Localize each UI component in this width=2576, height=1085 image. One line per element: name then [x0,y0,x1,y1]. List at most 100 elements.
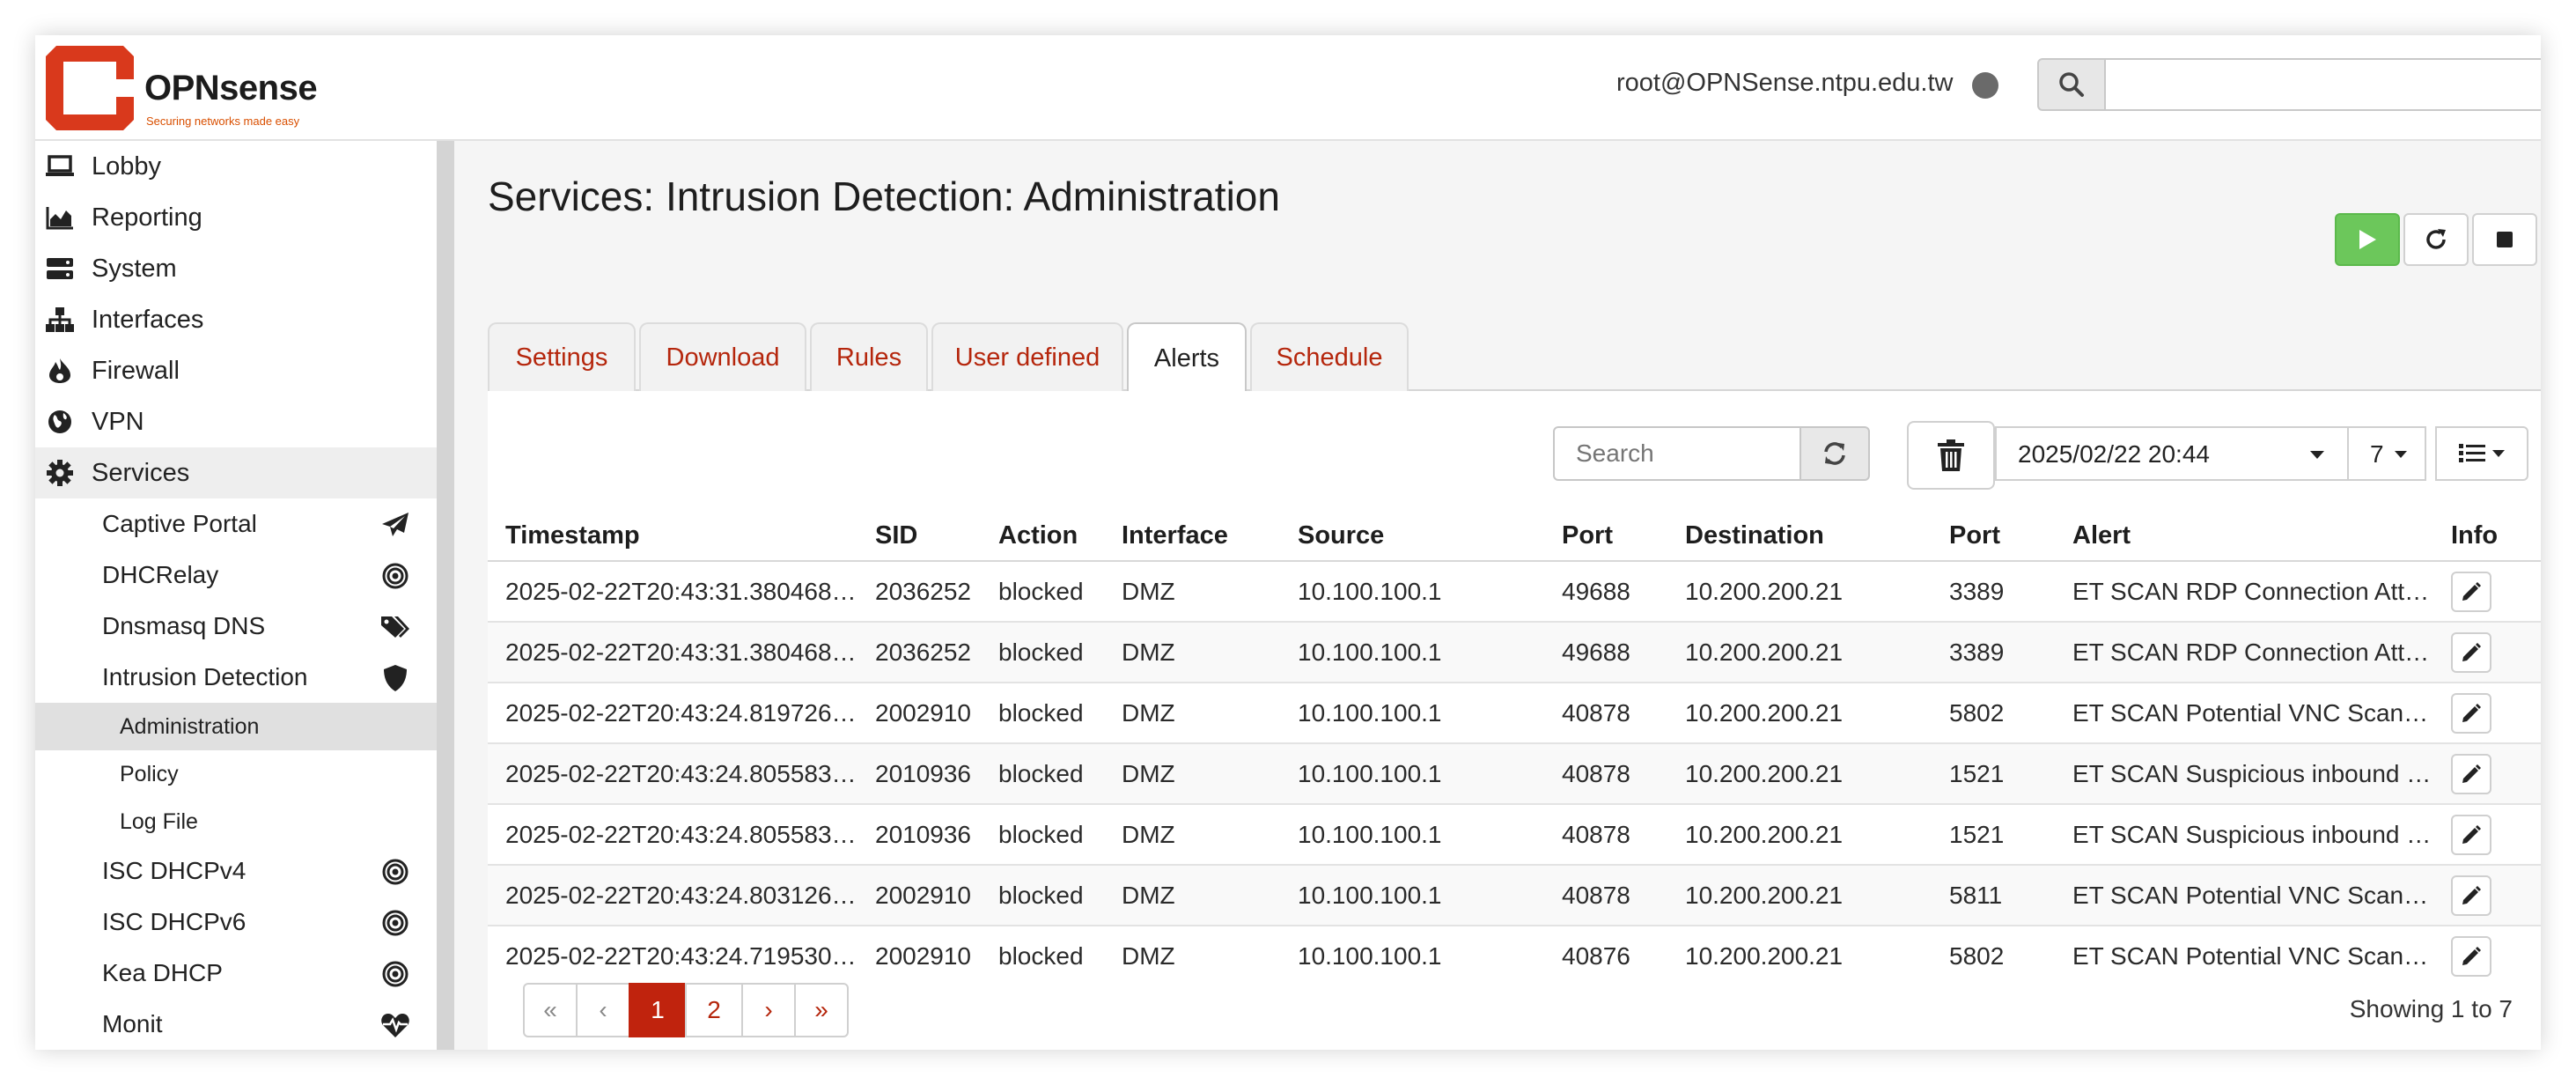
column-header-interface[interactable]: Interface [1104,511,1280,562]
bullseye-icon [380,561,410,591]
view-alert-info-button[interactable] [2451,571,2491,612]
cell-action: blocked [981,803,1104,865]
start-service-button[interactable] [2335,213,2400,266]
pencil-icon [2462,946,2481,965]
cell-timestamp: 2025-02-22T20:43:24.805583+… [488,742,857,804]
pencil-icon [2462,703,2481,722]
cell-source-port: 40878 [1544,682,1667,743]
tab-schedule[interactable]: Schedule [1250,322,1409,391]
log-file-select[interactable]: 2025/02/22 20:44 [1995,426,2349,481]
cell-destination-ip: 10.200.200.21 [1667,621,1932,683]
cell-timestamp: 2025-02-22T20:43:24.805583+… [488,803,857,865]
sidebar-item-dhcrelay[interactable]: DHCRelay [35,550,437,601]
rows-per-page-select[interactable]: 7 [2347,426,2426,481]
column-header-action[interactable]: Action [981,511,1104,562]
sidebar-item-monit[interactable]: Monit [35,999,437,1050]
global-search-input[interactable] [2104,58,2541,111]
pagination-first-button[interactable]: « [523,983,578,1037]
sidebar-item-isc-dhcpv4[interactable]: ISC DHCPv4 [35,845,437,897]
pagination-page-2[interactable]: 2 [685,983,743,1037]
cell-info [2433,925,2541,985]
sidebar-scrollbar[interactable] [437,141,454,1050]
sidebar-item-lobby[interactable]: Lobby [35,141,437,192]
cell-alert-message: ET SCAN Potential VNC Scan 5… [2055,864,2433,926]
column-chooser-button[interactable] [2435,426,2528,481]
view-alert-info-button[interactable] [2451,935,2491,977]
server-icon [44,255,76,282]
column-header-source-port[interactable]: Port [1544,511,1667,562]
sidebar-item-services[interactable]: Services [35,447,437,498]
pagination-prev-button[interactable]: ‹ [576,983,630,1037]
cell-alert-message: ET SCAN RDP Connection Atte… [2055,621,2433,683]
sidebar-item-policy[interactable]: Policy [35,750,437,798]
sidebar-item-label: System [92,254,177,283]
sidebar-item-administration[interactable]: Administration [35,703,437,750]
table-row: 2025-02-22T20:43:31.380468+… 2036252 block… [488,560,2541,622]
column-header-sid[interactable]: SID [857,511,981,562]
sidebar-item-firewall[interactable]: Firewall [35,345,437,396]
stop-service-button[interactable] [2472,213,2537,266]
sidebar-item-label: Services [92,458,190,487]
opnsense-logo-mark [46,46,134,130]
view-alert-info-button[interactable] [2451,753,2491,794]
tab-settings[interactable]: Settings [488,322,636,391]
pagination-next-button[interactable]: › [741,983,796,1037]
table-row: 2025-02-22T20:43:24.805583+… 2010936 block… [488,742,2541,804]
view-alert-info-button[interactable] [2451,875,2491,916]
column-header-source[interactable]: Source [1280,511,1544,562]
paper-plane-icon [380,510,410,540]
sidebar-item-label: Reporting [92,203,202,232]
cell-destination-port: 5802 [1932,925,2055,985]
sidebar-item-label: Captive Portal [102,510,257,537]
sidebar-item-isc-dhcpv6[interactable]: ISC DHCPv6 [35,897,437,948]
sidebar-item-label: Monit [102,1010,163,1037]
cell-action: blocked [981,560,1104,622]
opnsense-logo[interactable]: OPNsense Securing networks made easy [46,44,363,132]
column-header-alert[interactable]: Alert [2055,511,2433,562]
sidebar-item-dnsmasq-dns[interactable]: Dnsmasq DNS [35,601,437,652]
shield-icon [380,663,410,693]
status-indicator[interactable] [1972,72,1998,99]
brand-tagline: Securing networks made easy [146,114,300,128]
tab-download[interactable]: Download [639,322,806,391]
grid-refresh-button[interactable] [1800,426,1870,481]
sidebar-item-kea-dhcp[interactable]: Kea DHCP [35,948,437,999]
pagination-page-1[interactable]: 1 [629,983,687,1037]
sidebar-item-captive-portal[interactable]: Captive Portal [35,498,437,550]
rows-per-page-value: 7 [2370,440,2384,468]
sidebar-item-log-file[interactable]: Log File [35,798,437,845]
stop-icon [2497,232,2513,247]
area-chart-icon [44,204,76,231]
tab-alerts[interactable]: Alerts [1127,322,1247,393]
alerts-search-input[interactable] [1553,426,1801,481]
user-label[interactable]: root@OPNSense.ntpu.edu.tw [1616,69,1953,98]
cell-source-ip: 10.100.100.1 [1280,621,1544,683]
restart-service-button[interactable] [2403,213,2469,266]
table-row: 2025-02-22T20:43:24.719530+… 2002910 block… [488,925,2541,985]
sidebar-item-system[interactable]: System [35,243,437,294]
column-header-destination[interactable]: Destination [1667,511,1932,562]
cell-destination-ip: 10.200.200.21 [1667,864,1932,926]
cell-source-port: 49688 [1544,621,1667,683]
sidebar-item-interfaces[interactable]: Interfaces [35,294,437,345]
sidebar-item-reporting[interactable]: Reporting [35,192,437,243]
sidebar-item-label: Dnsmasq DNS [102,612,266,639]
sidebar-item-intrusion-detection[interactable]: Intrusion Detection [35,652,437,703]
column-header-timestamp[interactable]: Timestamp [488,511,857,562]
delete-alerts-button[interactable] [1907,421,1995,490]
view-alert-info-button[interactable] [2451,814,2491,855]
pagination-last-button[interactable]: » [794,983,849,1037]
tab-user-defined[interactable]: User defined [931,322,1123,391]
sidebar-item-label: ISC DHCPv6 [102,908,247,935]
sidebar-item-vpn[interactable]: VPN [35,396,437,447]
cell-sid: 2036252 [857,621,981,683]
view-alert-info-button[interactable] [2451,692,2491,734]
tab-rules[interactable]: Rules [810,322,928,391]
view-alert-info-button[interactable] [2451,631,2491,673]
search-icon[interactable] [2037,58,2106,111]
laptop-icon [44,153,76,180]
cell-destination-ip: 10.200.200.21 [1667,560,1932,622]
cell-destination-ip: 10.200.200.21 [1667,682,1932,743]
column-header-destination-port[interactable]: Port [1932,511,2055,562]
sidebar-item-label: Administration [120,714,260,739]
